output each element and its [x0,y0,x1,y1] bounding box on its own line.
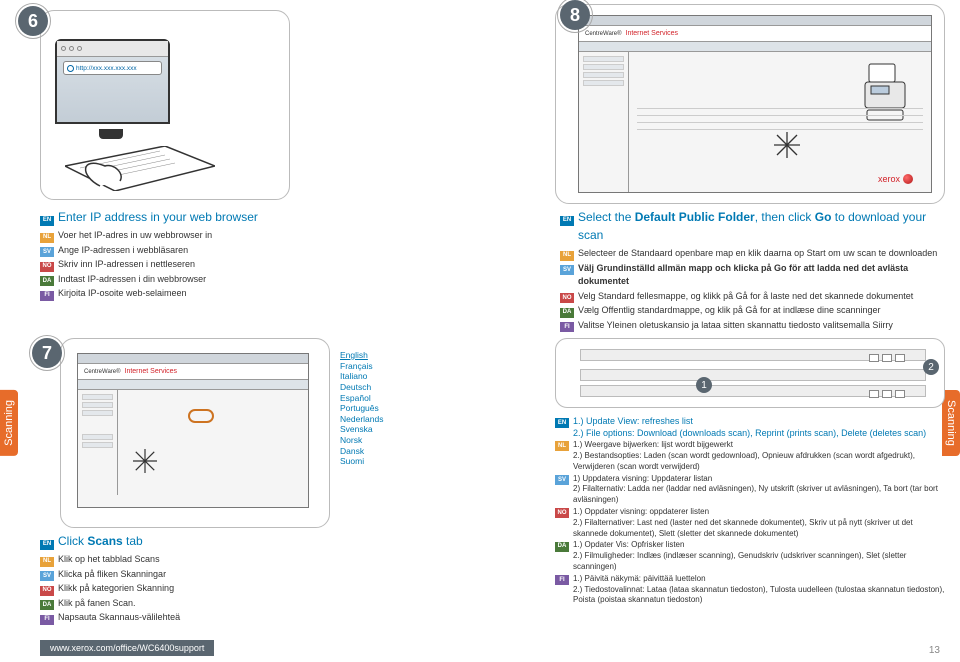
xerox-ball-icon [903,174,913,184]
lang-tag-en: EN [40,216,54,226]
callout-1: 1 [696,377,712,393]
lang-tag-fi: FI [560,322,574,332]
url-field: http://xxx.xxx.xxx.xxx [63,61,162,75]
lang-tag-en: EN [560,216,574,226]
lang-tag-no: NO [40,586,54,596]
lang-espanol: Español [340,393,383,404]
lang-tag-da: DA [555,542,569,552]
lang-tag-nl: NL [40,557,54,567]
lang-tag-da: DA [40,276,54,286]
browser-header-7: CentreWare® Internet Services [78,364,308,380]
monitor-icon: http://xxx.xxx.xxx.xxx [55,39,170,124]
page-number: 13 [929,645,940,656]
lang-tag-sv: SV [40,247,54,257]
lang-portugues: Português [340,403,383,414]
lang-tag-da: DA [40,600,54,610]
panel-notes: 1 2 [555,338,945,408]
lang-tag-fi: FI [40,615,54,625]
click-indicator-icon [133,449,157,473]
lang-tag-nl: NL [560,251,574,261]
lang-tag-en: EN [555,418,569,428]
callout-2: 2 [923,359,939,375]
lang-tag-no: NO [560,293,574,303]
browser-header: CentreWare® Internet Services [579,26,931,42]
browser-window-7: CentreWare® Internet Services [77,353,309,508]
click-indicator-icon [774,132,800,158]
lang-tag-no: NO [555,508,569,518]
lang-tag-da: DA [560,308,574,318]
keyboard-illustration [65,146,215,191]
step-badge-8: 8 [560,0,590,30]
footer-support-url: www.xerox.com/office/WC6400support [40,640,214,656]
tab-highlight-circle [188,409,214,423]
step-badge-6: 6 [18,6,48,36]
lang-english: English [340,350,383,361]
lang-tag-sv: SV [40,571,54,581]
lang-tag-sv: SV [555,475,569,485]
instructions-step-7: EN Click Scans tab NLKlik op het tabblad… [40,532,280,626]
panel-step-8: CentreWare® Internet Services [555,4,945,204]
browser-toolbar [57,41,168,57]
panel-step-6: http://xxx.xxx.xxx.xxx [40,10,290,200]
lang-suomi: Suomi [340,456,383,467]
lang-tag-nl: NL [555,441,569,451]
url-text: http://xxx.xxx.xxx.xxx [76,65,137,72]
side-tab-scanning-left: Scanning [0,390,18,456]
lang-tag-no: NO [40,262,54,272]
lang-italiano: Italiano [340,371,383,382]
lang-tag-en: EN [40,540,54,550]
lang-nederlands: Nederlands [340,414,383,425]
lang-dansk: Dansk [340,446,383,457]
globe-icon [67,65,74,72]
monitor-stand-icon [99,129,123,139]
lang-deutsch: Deutsch [340,382,383,393]
lang-tag-sv: SV [560,265,574,275]
lang-tag-fi: FI [40,291,54,301]
instructions-notes: EN 1.) Update View: refreshes list2.) Fi… [555,415,945,607]
step-badge-7: 7 [32,338,62,368]
panel-step-7: CentreWare® Internet Services [60,338,330,528]
browser-window-8: CentreWare® Internet Services [578,15,932,193]
lang-norsk: Norsk [340,435,383,446]
language-list: English Français Italiano Deutsch Españo… [340,350,383,467]
lang-francais: Français [340,361,383,372]
instructions-step-6: ENEnter IP address in your web browser N… [40,208,300,302]
instructions-step-8: EN Select the Default Public Folder, the… [560,208,940,333]
xerox-logo: xerox [878,174,913,184]
lang-svenska: Svenska [340,424,383,435]
lang-tag-nl: NL [40,233,54,243]
lang-tag-fi: FI [555,575,569,585]
